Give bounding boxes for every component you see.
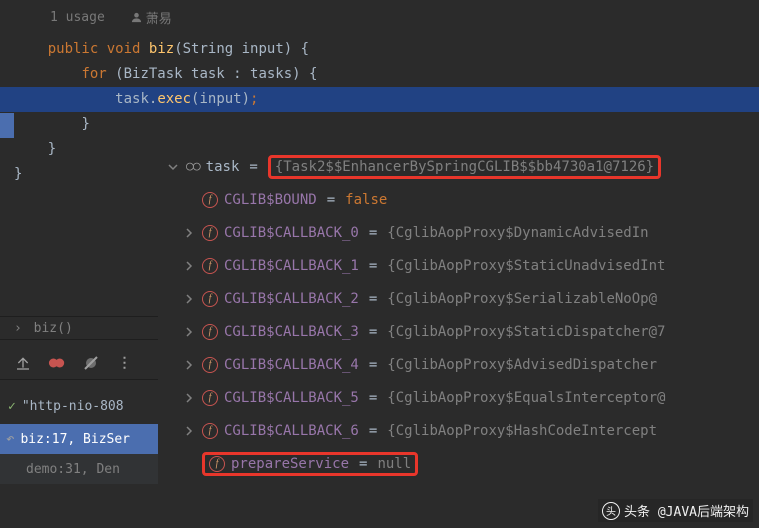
expand-icon[interactable] — [182, 424, 196, 438]
frames-list[interactable]: ↶ biz:17, BizSer demo:31, Den — [0, 424, 158, 484]
frame-row[interactable]: ↶ biz:17, BizSer — [0, 424, 158, 454]
variables-panel[interactable]: ○○ task = {Task2$$EnhancerBySpringCGLIB$… — [158, 150, 759, 480]
execution-line[interactable]: task.exec(input); — [0, 87, 759, 112]
highlight-box: f prepareService = null — [202, 452, 418, 476]
variable-name: prepareService — [231, 456, 349, 472]
code-line[interactable]: for (BizTask task : tasks) { — [0, 62, 759, 87]
expand-icon[interactable] — [182, 259, 196, 273]
variable-row[interactable]: fCGLIB$CALLBACK_2={CglibAopProxy$Seriali… — [158, 282, 759, 315]
variable-value: {CglibAopProxy$HashCodeIntercept — [387, 423, 657, 439]
thread-selector[interactable]: ✓ "http-nio-808 — [0, 392, 158, 420]
variable-root[interactable]: ○○ task = {Task2$$EnhancerBySpringCGLIB$… — [158, 150, 759, 183]
variable-row[interactable]: fCGLIB$CALLBACK_1={CglibAopProxy$StaticU… — [158, 249, 759, 282]
undo-icon: ↶ — [6, 431, 14, 447]
expand-icon[interactable] — [182, 226, 196, 240]
field-icon: f — [202, 192, 218, 208]
expand-icon[interactable] — [182, 391, 196, 405]
variable-value: {CglibAopProxy$StaticUnadvisedInt — [387, 258, 665, 274]
variable-name: CGLIB$CALLBACK_1 — [224, 258, 359, 274]
breadcrumb-method[interactable]: biz() — [34, 321, 73, 336]
variable-name: CGLIB$CALLBACK_6 — [224, 423, 359, 439]
usage-count[interactable]: 1 usage — [50, 10, 105, 25]
check-icon: ✓ — [8, 399, 16, 414]
code-line[interactable]: } — [0, 112, 759, 137]
expand-icon[interactable] — [182, 325, 196, 339]
variable-name: CGLIB$CALLBACK_3 — [224, 324, 359, 340]
expand-icon[interactable] — [182, 292, 196, 306]
variable-name: CGLIB$CALLBACK_4 — [224, 357, 359, 373]
variable-value: null — [377, 456, 411, 472]
field-icon: f — [209, 456, 225, 472]
watermark: 头 头条 @JAVA后端架构 — [598, 499, 753, 522]
field-icon: f — [202, 423, 218, 439]
field-icon: f — [202, 324, 218, 340]
expand-icon[interactable] — [182, 358, 196, 372]
breakpoint-stripe[interactable] — [0, 113, 14, 138]
code-line[interactable]: public void biz(String input) { — [0, 37, 759, 62]
author-hint[interactable]: 萧易 — [131, 8, 172, 27]
variable-value: false — [345, 192, 387, 208]
field-icon: f — [202, 291, 218, 307]
field-icon: f — [202, 357, 218, 373]
thread-name: "http-nio-808 — [22, 399, 124, 414]
variable-row[interactable]: fCGLIB$CALLBACK_0={CglibAopProxy$Dynamic… — [158, 216, 759, 249]
collapse-icon[interactable] — [166, 160, 180, 174]
breakpoints-icon[interactable] — [48, 354, 66, 372]
field-icon: f — [202, 390, 218, 406]
variable-row[interactable]: f prepareService = null — [158, 447, 759, 480]
variable-value: {CglibAopProxy$DynamicAdvisedIn — [387, 225, 648, 241]
variable-name: task — [206, 159, 240, 175]
breadcrumb[interactable]: › biz() — [0, 316, 158, 340]
variable-row[interactable]: fCGLIB$CALLBACK_4={CglibAopProxy$Advised… — [158, 348, 759, 381]
variable-value: {CglibAopProxy$AdvisedDispatcher — [387, 357, 657, 373]
variable-value: {CglibAopProxy$SerializableNoOp@ — [387, 291, 657, 307]
highlight-box: {Task2$$EnhancerBySpringCGLIB$$bb4730a1@… — [268, 155, 661, 179]
field-icon: f — [202, 258, 218, 274]
variable-row[interactable]: fCGLIB$CALLBACK_6={CglibAopProxy$HashCod… — [158, 414, 759, 447]
variable-name: CGLIB$CALLBACK_2 — [224, 291, 359, 307]
variable-name: CGLIB$CALLBACK_0 — [224, 225, 359, 241]
usage-hints: 1 usage 萧易 — [0, 8, 759, 37]
variable-row[interactable]: fCGLIB$CALLBACK_3={CglibAopProxy$StaticD… — [158, 315, 759, 348]
mute-breakpoints-icon[interactable] — [82, 354, 100, 372]
variable-row[interactable]: fCGLIB$CALLBACK_5={CglibAopProxy$EqualsI… — [158, 381, 759, 414]
variable-value: {CglibAopProxy$EqualsInterceptor@ — [387, 390, 665, 406]
debug-toolbar: ⋮ — [0, 346, 158, 380]
watch-icon: ○○ — [186, 159, 200, 174]
frame-label: biz:17, BizSer — [20, 432, 130, 447]
variable-value: {CglibAopProxy$StaticDispatcher@7 — [387, 324, 665, 340]
frame-label: demo:31, Den — [26, 462, 120, 477]
field-icon: f — [202, 225, 218, 241]
chevron-right-icon: › — [10, 321, 26, 336]
frame-row[interactable]: demo:31, Den — [0, 454, 158, 484]
variable-row[interactable]: fCGLIB$BOUND=false — [158, 183, 759, 216]
more-icon[interactable]: ⋮ — [116, 354, 134, 372]
watermark-logo-icon: 头 — [602, 502, 620, 520]
variable-name: CGLIB$BOUND — [224, 192, 317, 208]
variable-value: {Task2$$EnhancerBySpringCGLIB$$bb4730a1@… — [275, 159, 654, 175]
variable-name: CGLIB$CALLBACK_5 — [224, 390, 359, 406]
upload-icon[interactable] — [14, 354, 32, 372]
